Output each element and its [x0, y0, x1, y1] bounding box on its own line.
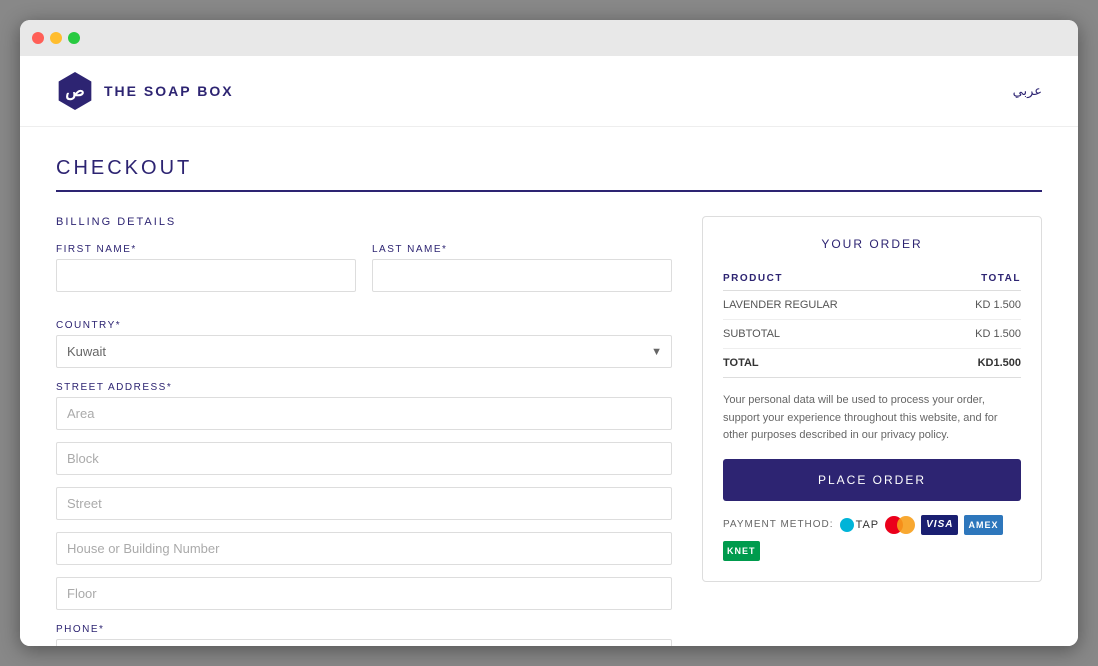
total-row: TOTAL KD1.500	[723, 349, 1021, 378]
last-name-input[interactable]	[372, 259, 672, 292]
total-value: KD1.500	[936, 349, 1021, 378]
order-summary: YOUR ORDER PRODUCT TOTAL LAVENDER REGULA…	[702, 216, 1042, 582]
checkout-divider	[56, 190, 1042, 192]
product-price: KD 1.500	[936, 291, 1021, 320]
nav-lang[interactable]: عربي	[1013, 83, 1042, 99]
payment-method: PAYMENT METHOD: tap VISA	[723, 515, 1021, 561]
phone-group: PHONE*	[56, 624, 672, 646]
last-name-label: LAST NAME*	[372, 244, 672, 255]
browser-dot-red	[32, 32, 44, 44]
area-input[interactable]	[56, 397, 672, 430]
page-title: CHECKOUT	[56, 157, 1042, 180]
street-address-group: STREET ADDRESS*	[56, 382, 672, 610]
logo: ص THE SOAP BOX	[56, 72, 234, 110]
knet-icon: KNET	[723, 541, 760, 561]
name-row: FIRST NAME* LAST NAME*	[56, 244, 672, 306]
payment-method-label: PAYMENT METHOD:	[723, 519, 834, 530]
order-table: PRODUCT TOTAL LAVENDER REGULAR KD 1.500 …	[723, 267, 1021, 378]
billing-section: BILLING DETAILS FIRST NAME* LAST NAME* C…	[56, 216, 672, 646]
page-content: ص THE SOAP BOX عربي CHECKOUT BILLING DET…	[20, 56, 1078, 646]
street-input[interactable]	[56, 487, 672, 520]
tap-payment-icon: tap	[840, 518, 880, 532]
street-address-label: STREET ADDRESS*	[56, 382, 672, 393]
browser-chrome	[20, 20, 1078, 56]
product-name: LAVENDER REGULAR	[723, 291, 936, 320]
logo-icon: ص	[56, 72, 94, 110]
first-name-group: FIRST NAME*	[56, 244, 356, 292]
phone-label: PHONE*	[56, 624, 672, 635]
amex-icon: AMEX	[964, 515, 1002, 535]
first-name-label: FIRST NAME*	[56, 244, 356, 255]
privacy-text: Your personal data will be used to proce…	[723, 392, 1021, 445]
visa-icon: VISA	[921, 515, 958, 535]
col-product: PRODUCT	[723, 267, 936, 291]
checkout-grid: BILLING DETAILS FIRST NAME* LAST NAME* C…	[56, 216, 1042, 646]
country-label: COUNTRY*	[56, 320, 672, 331]
billing-title: BILLING DETAILS	[56, 216, 672, 228]
subtotal-value: KD 1.500	[936, 320, 1021, 349]
main-content: CHECKOUT BILLING DETAILS FIRST NAME* LAS…	[20, 127, 1078, 646]
country-select-wrap: Kuwait ▼	[56, 335, 672, 368]
order-title: YOUR ORDER	[723, 237, 1021, 251]
logo-text: THE SOAP BOX	[104, 83, 234, 99]
browser-dot-yellow	[50, 32, 62, 44]
col-total: TOTAL	[936, 267, 1021, 291]
place-order-button[interactable]: PLACE ORDER	[723, 459, 1021, 501]
product-row: LAVENDER REGULAR KD 1.500	[723, 291, 1021, 320]
header: ص THE SOAP BOX عربي	[20, 56, 1078, 127]
browser-dot-green	[68, 32, 80, 44]
subtotal-label: SUBTOTAL	[723, 320, 936, 349]
tap-dot-icon	[840, 518, 854, 532]
total-label: TOTAL	[723, 349, 936, 378]
country-select[interactable]: Kuwait	[56, 335, 672, 368]
country-group: COUNTRY* Kuwait ▼	[56, 320, 672, 368]
last-name-group: LAST NAME*	[372, 244, 672, 292]
floor-input[interactable]	[56, 577, 672, 610]
block-input[interactable]	[56, 442, 672, 475]
subtotal-row: SUBTOTAL KD 1.500	[723, 320, 1021, 349]
phone-input[interactable]	[56, 639, 672, 646]
first-name-input[interactable]	[56, 259, 356, 292]
mastercard-icon	[885, 516, 915, 534]
house-input[interactable]	[56, 532, 672, 565]
